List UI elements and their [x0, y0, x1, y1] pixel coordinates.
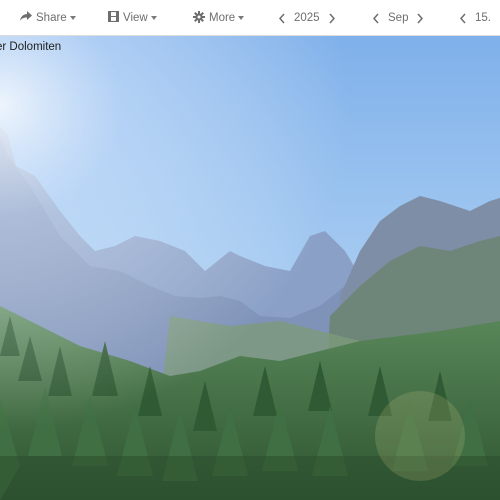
chevron-down-icon	[69, 16, 76, 20]
film-view-icon	[107, 10, 120, 25]
month-navigator: Sep	[368, 0, 428, 36]
year-value[interactable]: 2025	[290, 12, 324, 24]
year-navigator: 2025	[274, 0, 340, 36]
image-caption: er Dolomiten	[0, 41, 62, 53]
gear-icon	[193, 10, 205, 26]
chevron-down-icon	[150, 16, 157, 20]
mountain-landscape-image	[0, 36, 500, 500]
chevron-down-icon	[238, 16, 245, 20]
chevron-right-icon[interactable]	[412, 0, 428, 36]
view-button[interactable]: View	[107, 0, 157, 36]
chevron-left-icon[interactable]	[274, 0, 290, 36]
toolbar: Share View More 2025 Sep 15.	[0, 0, 500, 36]
chevron-right-icon[interactable]	[324, 0, 340, 36]
share-arrow-icon	[20, 11, 32, 25]
chevron-left-icon[interactable]	[455, 0, 471, 36]
day-value[interactable]: 15.	[471, 12, 495, 24]
chevron-left-icon[interactable]	[368, 0, 384, 36]
more-button[interactable]: More	[193, 0, 245, 36]
webcam-image[interactable]	[0, 36, 500, 500]
month-value[interactable]: Sep	[384, 12, 412, 24]
more-label: More	[209, 12, 236, 24]
day-navigator: 15.	[455, 0, 495, 36]
view-label: View	[123, 12, 148, 24]
share-label: Share	[36, 12, 67, 24]
share-button[interactable]: Share	[20, 0, 76, 36]
